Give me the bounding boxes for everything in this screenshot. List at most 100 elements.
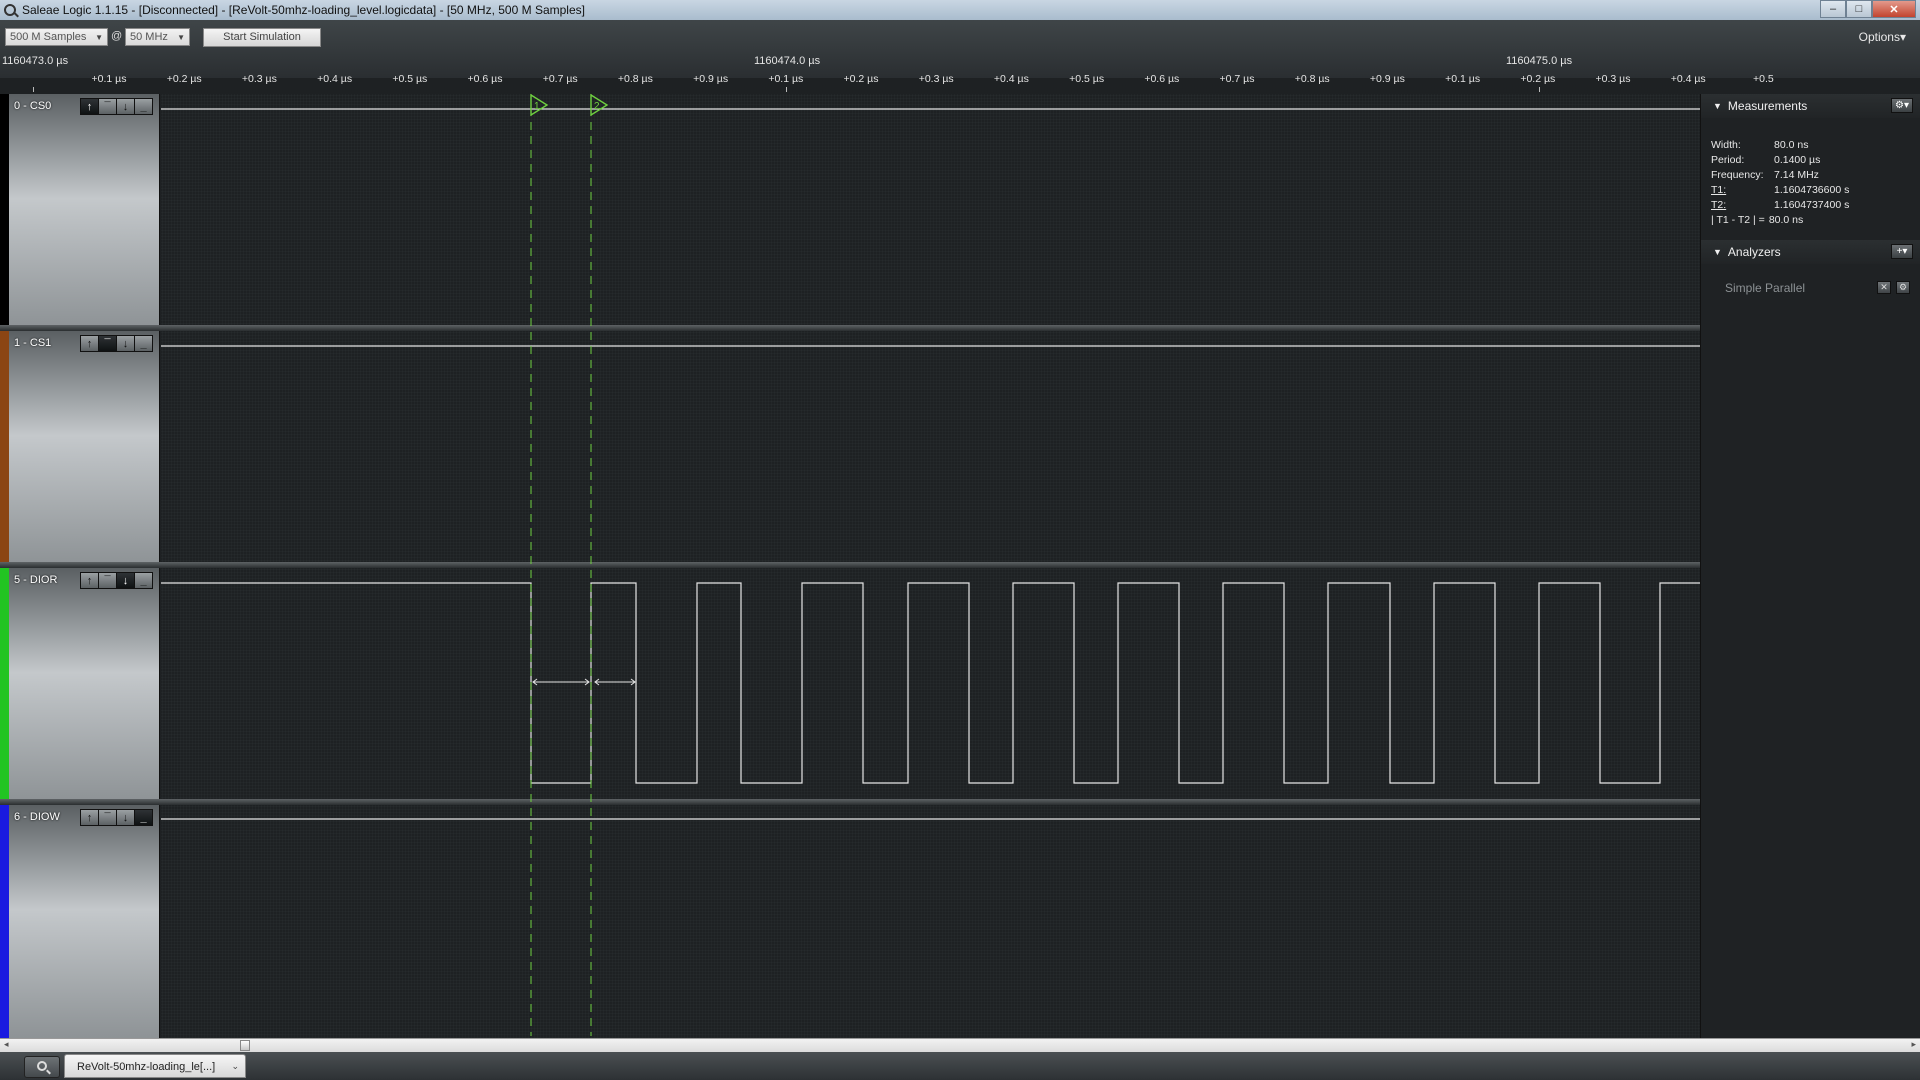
measurement-row: T1: 1.1604736600 s bbox=[1711, 184, 1849, 196]
remove-analyzer-button[interactable]: ✕ bbox=[1877, 281, 1891, 294]
channel-name: 1 - CS1 bbox=[14, 337, 52, 349]
channel-waveform-area[interactable] bbox=[161, 805, 1700, 1038]
trigger-button[interactable]: ↑ bbox=[80, 809, 99, 826]
ruler-tick-label: +0.3 µs bbox=[918, 73, 954, 85]
ruler-tick-label: +0.3 µs bbox=[1595, 73, 1631, 85]
measurements-header[interactable]: ▼ Measurements ⚙▾ bbox=[1701, 94, 1920, 118]
bottom-bar: ReVolt-50mhz-loading_le[...] ⌄ bbox=[0, 1052, 1920, 1080]
measurement-row: Frequency: 7.14 MHz bbox=[1711, 169, 1819, 181]
channel-color-stripe bbox=[0, 94, 9, 327]
file-tab-label: ReVolt-50mhz-loading_le[...] bbox=[77, 1061, 216, 1073]
channel-label-panel[interactable]: 6 - DIOW ↑ ¯ ↓ _ bbox=[0, 805, 160, 1038]
trigger-button[interactable]: _ bbox=[134, 335, 153, 352]
measurement-key: Period: bbox=[1711, 154, 1745, 166]
ruler-tick-label: +0.1 µs bbox=[1445, 73, 1481, 85]
ruler-major-tick bbox=[33, 87, 34, 92]
measurement-row: T2: 1.1604737400 s bbox=[1711, 199, 1849, 211]
analyzer-item-simple-parallel[interactable]: Simple Parallel bbox=[1725, 281, 1805, 295]
trigger-buttons: ↑ ¯ ↓ _ bbox=[80, 98, 153, 115]
channel-color-stripe bbox=[0, 568, 9, 801]
minimize-button[interactable]: – bbox=[1820, 0, 1846, 18]
window-title: Saleae Logic 1.1.15 - [Disconnected] - [… bbox=[22, 3, 585, 17]
trigger-button[interactable]: ¯ bbox=[98, 335, 117, 352]
measurement-value: 80.0 ns bbox=[1768, 214, 1804, 226]
ruler-tick-label: +0.1 µs bbox=[768, 73, 804, 85]
trigger-buttons: ↑ ¯ ↓ _ bbox=[80, 335, 153, 352]
trigger-buttons: ↑ ¯ ↓ _ bbox=[80, 572, 153, 589]
trigger-button[interactable]: _ bbox=[134, 572, 153, 589]
measurement-row: | T1 - T2 | = 80.0 ns bbox=[1711, 214, 1803, 226]
ruler-tick-label: +0.8 µs bbox=[617, 73, 653, 85]
trigger-button[interactable]: ¯ bbox=[98, 809, 117, 826]
channel-name: 0 - CS0 bbox=[14, 100, 52, 112]
ruler-tick-label: +0.9 µs bbox=[1369, 73, 1405, 85]
channel-waveform-area[interactable] bbox=[161, 568, 1700, 801]
ruler-tick-label: +0.6 µs bbox=[467, 73, 503, 85]
maximize-button[interactable]: □ bbox=[1846, 0, 1872, 18]
trigger-button[interactable]: _ bbox=[134, 809, 153, 826]
ruler-tick-label: +0.5 bbox=[1753, 73, 1774, 85]
channel-waveform-area[interactable] bbox=[161, 94, 1700, 327]
ruler-tick-label: +0.5 µs bbox=[392, 73, 428, 85]
trigger-button[interactable]: ↓ bbox=[116, 98, 135, 115]
analyzers-header[interactable]: ▼ Analyzers +▾ bbox=[1701, 240, 1920, 264]
measurements-gear-button[interactable]: ⚙▾ bbox=[1891, 98, 1913, 113]
ruler-major-label: 1160475.0 µs bbox=[1506, 55, 1573, 67]
ruler-major-tick bbox=[786, 87, 787, 92]
collapse-triangle-icon: ▼ bbox=[1713, 101, 1722, 111]
channel-row: 6 - DIOW ↑ ¯ ↓ _ bbox=[0, 805, 1700, 1038]
trigger-button[interactable]: ↓ bbox=[116, 809, 135, 826]
search-button[interactable] bbox=[24, 1056, 60, 1078]
channel-label-panel[interactable]: 5 - DIOR ↑ ¯ ↓ _ bbox=[0, 568, 160, 801]
trigger-button[interactable]: ↑ bbox=[80, 572, 99, 589]
options-menu[interactable]: Options▾ bbox=[1859, 30, 1906, 44]
samples-select[interactable]: 500 M Samples ▼ bbox=[5, 28, 108, 46]
measurements-title: Measurements bbox=[1727, 99, 1808, 113]
saleae-logo-icon bbox=[4, 4, 16, 16]
scroll-right-icon[interactable]: ▸ bbox=[1911, 1039, 1916, 1050]
trigger-button[interactable]: ¯ bbox=[98, 572, 117, 589]
ruler-tick-label: +0.2 µs bbox=[1520, 73, 1556, 85]
ruler-tick-label: +0.5 µs bbox=[1069, 73, 1105, 85]
right-panel: ▼ Measurements ⚙▾ Width: 80.0 ns Period: 0.… bbox=[1700, 94, 1920, 1038]
trigger-button[interactable]: ↓ bbox=[116, 335, 135, 352]
channel-waveform-area[interactable] bbox=[161, 331, 1700, 564]
title-bar: Saleae Logic 1.1.15 - [Disconnected] - [… bbox=[0, 0, 1920, 20]
chevron-down-icon[interactable]: ⌄ bbox=[231, 1061, 239, 1072]
measurement-key: T1: bbox=[1711, 184, 1727, 196]
trigger-button[interactable]: ↑ bbox=[80, 98, 99, 115]
channel-color-stripe bbox=[0, 805, 9, 1038]
channel-color-stripe bbox=[0, 331, 9, 564]
ruler-tick-label: +0.4 µs bbox=[1670, 73, 1706, 85]
scroll-left-icon[interactable]: ◂ bbox=[4, 1039, 9, 1050]
ruler-tick-label: +0.9 µs bbox=[693, 73, 729, 85]
at-label: @ bbox=[111, 30, 123, 42]
channel-name: 6 - DIOW bbox=[14, 811, 60, 823]
file-tab[interactable]: ReVolt-50mhz-loading_le[...] ⌄ bbox=[64, 1054, 246, 1078]
ruler-tick-label: +0.2 µs bbox=[166, 73, 202, 85]
measurement-value: 7.14 MHz bbox=[1774, 169, 1819, 181]
horizontal-scrollbar[interactable]: ◂ ▸ bbox=[0, 1038, 1920, 1052]
channel-row: 1 - CS1 ↑ ¯ ↓ _ bbox=[0, 331, 1700, 564]
channel-label-panel[interactable]: 1 - CS1 ↑ ¯ ↓ _ bbox=[0, 331, 160, 564]
ruler-major-label: 1160474.0 µs bbox=[754, 55, 821, 67]
add-analyzer-button[interactable]: +▾ bbox=[1891, 244, 1913, 259]
ruler-major-tick bbox=[1539, 87, 1540, 92]
dropdown-arrow-icon: ▼ bbox=[95, 32, 103, 42]
scroll-thumb[interactable] bbox=[240, 1040, 250, 1051]
start-simulation-button[interactable]: Start Simulation bbox=[203, 28, 321, 47]
channel-row: 0 - CS0 ↑ ¯ ↓ _ bbox=[0, 94, 1700, 327]
channel-row: 5 - DIOR ↑ ¯ ↓ _ bbox=[0, 568, 1700, 801]
trigger-button[interactable]: ↑ bbox=[80, 335, 99, 352]
trigger-button[interactable]: _ bbox=[134, 98, 153, 115]
analyzer-settings-button[interactable]: ⚙ bbox=[1896, 281, 1910, 294]
sample-rate-select[interactable]: 50 MHz ▼ bbox=[125, 28, 190, 46]
close-button[interactable]: ✕ bbox=[1872, 0, 1916, 18]
measurement-key: Frequency: bbox=[1711, 169, 1764, 181]
trigger-button[interactable]: ¯ bbox=[98, 98, 117, 115]
time-ruler[interactable]: 1160473.0 µs 1160474.0 µs 1160475.0 µs +… bbox=[0, 54, 1920, 94]
measurement-value: 1.1604737400 s bbox=[1774, 199, 1850, 211]
sample-rate-value: 50 MHz bbox=[130, 31, 168, 43]
channel-label-panel[interactable]: 0 - CS0 ↑ ¯ ↓ _ bbox=[0, 94, 160, 327]
trigger-button[interactable]: ↓ bbox=[116, 572, 135, 589]
